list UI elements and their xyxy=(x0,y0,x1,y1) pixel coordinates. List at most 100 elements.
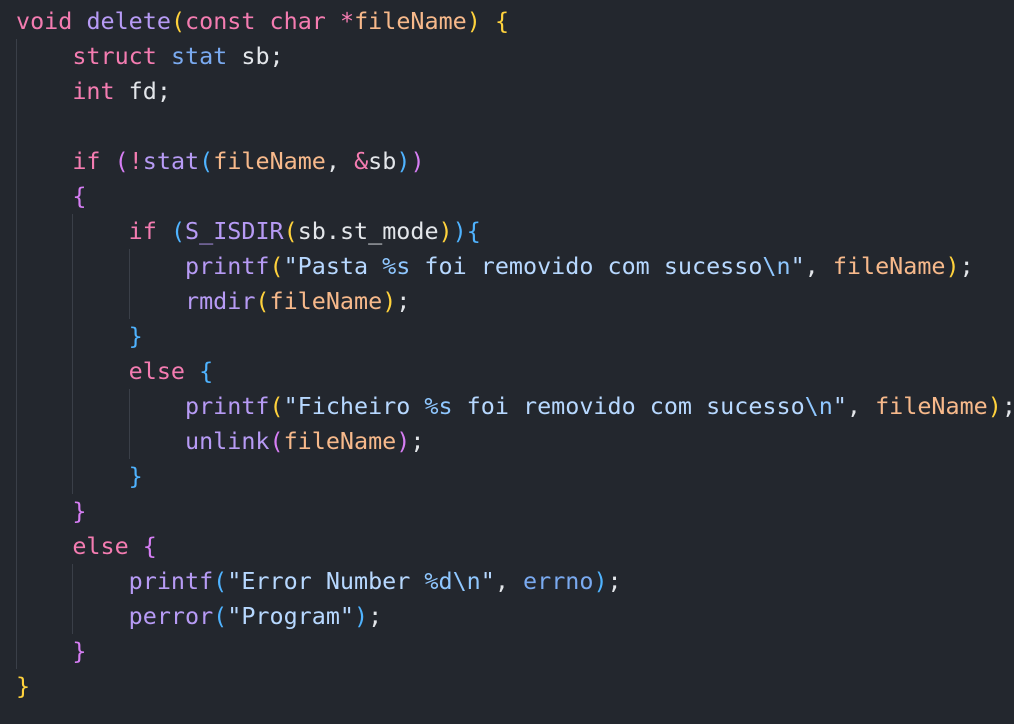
code-token: S_ISDIR xyxy=(185,217,284,245)
code-token: ) xyxy=(452,217,467,245)
code-token: " xyxy=(480,567,495,595)
code-token: ; xyxy=(410,427,425,455)
code-line[interactable]: unlink(fileName); xyxy=(16,424,1014,459)
indentation xyxy=(16,637,72,665)
indent-guide xyxy=(128,284,130,319)
code-token: ; xyxy=(607,567,622,595)
indentation xyxy=(16,532,72,560)
code-token: { xyxy=(199,357,214,385)
code-line[interactable]: printf("Ficheiro %s foi removido com suc… xyxy=(16,389,1014,424)
indent-guide xyxy=(16,144,17,179)
code-token: const xyxy=(185,7,256,35)
code-token: ( xyxy=(170,217,186,245)
indent-guide xyxy=(16,74,17,109)
indent-guide xyxy=(16,564,17,599)
code-line[interactable]: int fd; xyxy=(16,74,1014,109)
code-token: } xyxy=(128,322,143,350)
code-token: ; xyxy=(368,602,383,630)
indent-guide xyxy=(72,319,74,354)
code-token: stat xyxy=(170,42,228,70)
code-token: , xyxy=(325,147,355,175)
code-token: delete xyxy=(86,7,171,35)
code-line[interactable]: } xyxy=(16,319,1014,354)
code-line[interactable] xyxy=(16,109,1014,144)
code-line[interactable]: printf("Pasta %s foi removido com sucess… xyxy=(16,249,1014,284)
code-token: ) xyxy=(396,427,411,455)
indentation xyxy=(16,42,72,70)
code-token: ( xyxy=(213,602,228,630)
code-line[interactable]: struct stat sb; xyxy=(16,39,1014,74)
code-line[interactable]: } xyxy=(16,669,1014,704)
code-token: perror xyxy=(128,602,214,630)
code-line[interactable]: perror("Program"); xyxy=(16,599,1014,634)
code-token: " xyxy=(790,252,805,280)
code-token: ; xyxy=(959,252,974,280)
code-token: ( xyxy=(255,287,270,315)
code-token: { xyxy=(142,532,157,560)
code-token: ( xyxy=(283,217,298,245)
indent-guide xyxy=(16,634,17,669)
code-token: %d xyxy=(424,567,453,595)
code-token: ) xyxy=(354,602,369,630)
indent-guide xyxy=(16,354,17,389)
code-token: foi removido com sucesso xyxy=(452,392,805,420)
code-token: printf xyxy=(185,252,270,280)
code-editor[interactable]: void delete(const char *fileName) { stru… xyxy=(0,0,1014,724)
code-token: printf xyxy=(128,567,214,595)
indent-guide xyxy=(16,39,17,74)
code-line[interactable]: if (S_ISDIR(sb.st_mode)){ xyxy=(16,214,1014,249)
code-token: fileName xyxy=(354,7,467,35)
code-token: ( xyxy=(269,252,284,280)
indent-guide xyxy=(128,424,130,459)
code-token: void xyxy=(16,7,73,35)
code-token: "Ficheiro xyxy=(283,392,425,420)
code-token: ) xyxy=(382,287,397,315)
indent-guide xyxy=(72,459,74,494)
indent-guide xyxy=(16,494,17,529)
code-token: ; xyxy=(1002,392,1014,420)
code-token: fileName xyxy=(832,252,946,280)
indent-guide xyxy=(16,599,17,634)
code-token: " xyxy=(832,392,847,420)
indent-guide xyxy=(16,284,17,319)
code-line[interactable]: printf("Error Number %d\n", errno); xyxy=(16,564,1014,599)
indent-guide xyxy=(16,249,17,284)
code-line[interactable]: } xyxy=(16,494,1014,529)
code-token: stat xyxy=(142,147,200,175)
code-token: "Error Number xyxy=(227,567,425,595)
code-token: "Program" xyxy=(227,602,355,630)
code-token: fileName xyxy=(875,392,988,420)
code-token: ( xyxy=(170,7,186,35)
code-token: } xyxy=(128,462,143,490)
code-line[interactable]: } xyxy=(16,634,1014,669)
code-token: unlink xyxy=(185,427,270,455)
indentation xyxy=(16,77,72,105)
code-token: sb xyxy=(368,147,397,175)
code-token: , xyxy=(804,252,833,280)
indentation xyxy=(16,427,185,455)
code-token: { xyxy=(466,217,481,245)
indent-guide xyxy=(128,389,130,424)
code-line[interactable]: else { xyxy=(16,529,1014,564)
code-line[interactable]: else { xyxy=(16,354,1014,389)
code-line[interactable]: rmdir(fileName); xyxy=(16,284,1014,319)
code-token: ( xyxy=(269,392,284,420)
code-token: else xyxy=(128,357,186,385)
indentation xyxy=(16,182,72,210)
code-line[interactable]: if (!stat(fileName, &sb)) xyxy=(16,144,1014,179)
indent-guide xyxy=(72,599,74,634)
code-line[interactable]: } xyxy=(16,459,1014,494)
code-token: ( xyxy=(114,147,129,175)
indentation xyxy=(16,287,185,315)
code-line[interactable]: void delete(const char *fileName) { xyxy=(16,4,1014,39)
indent-guide xyxy=(72,354,74,389)
code-token: fd; xyxy=(114,77,171,105)
code-block[interactable]: void delete(const char *fileName) { stru… xyxy=(16,4,1014,704)
code-token: foi removido com sucesso xyxy=(410,252,763,280)
code-token: sb.st_mode xyxy=(297,217,439,245)
code-line[interactable]: { xyxy=(16,179,1014,214)
